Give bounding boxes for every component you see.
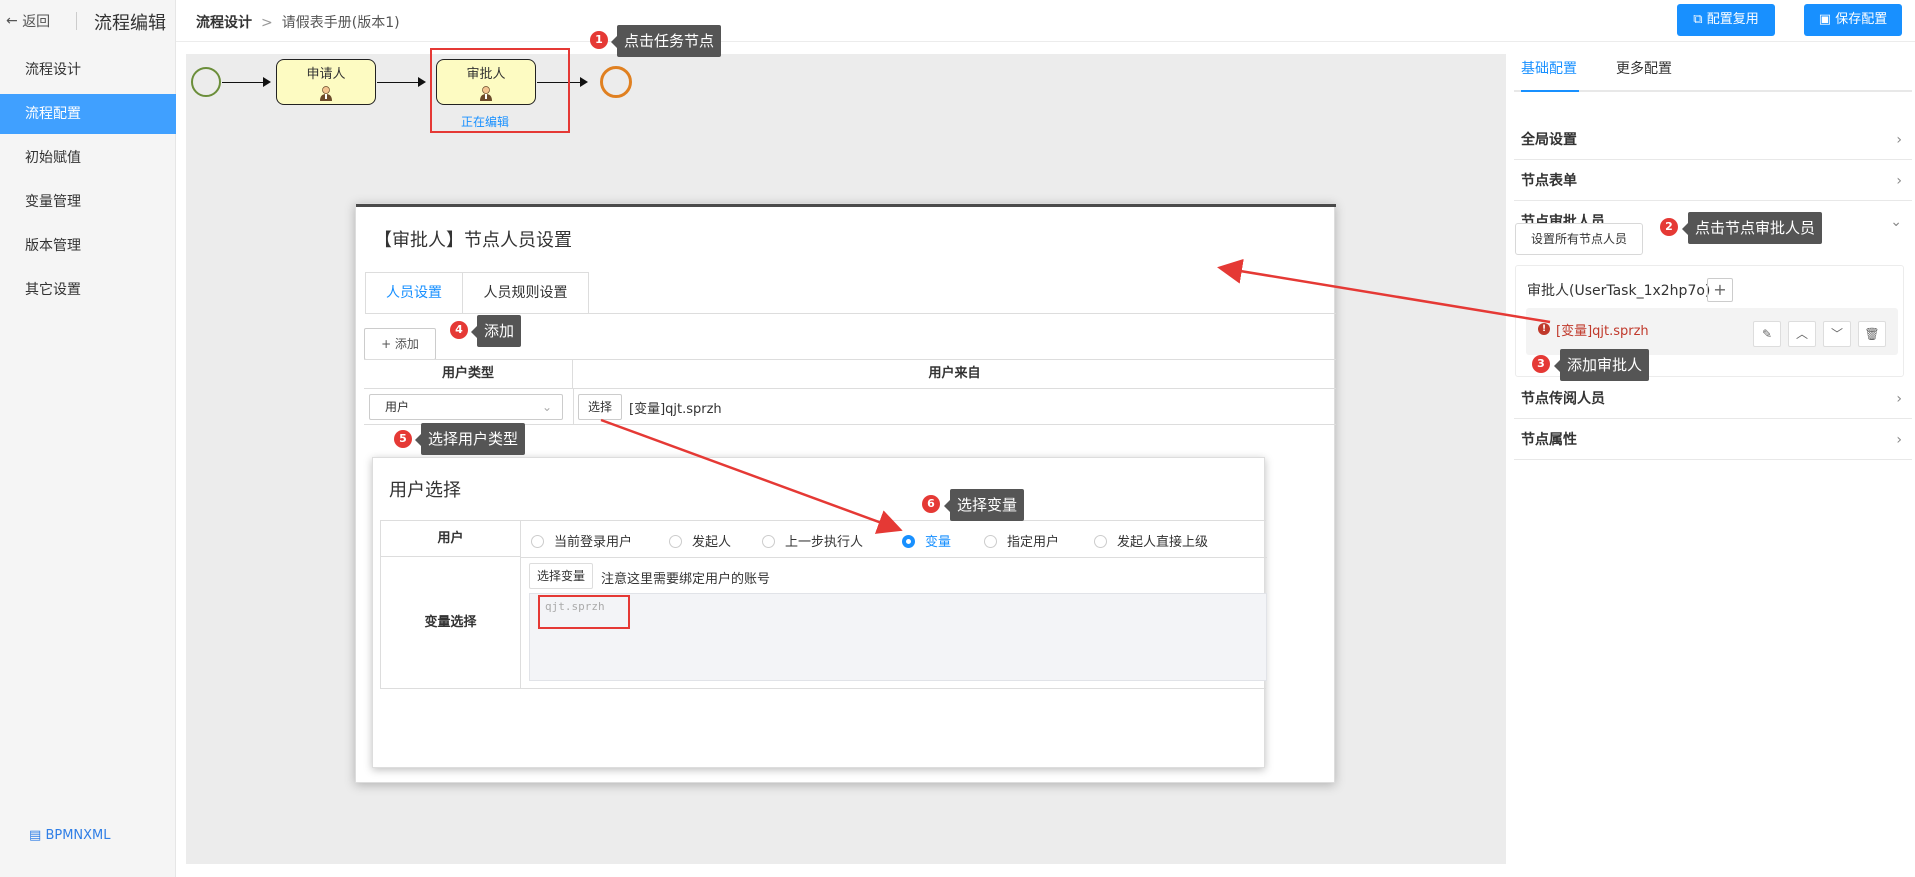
- step-badge-5: 5: [394, 430, 412, 448]
- step-badge-1: 1: [590, 31, 608, 49]
- arrow-to-dialog: [1217, 258, 1551, 324]
- step-badge-6: 6: [922, 495, 940, 513]
- step-badge-3: 3: [1532, 355, 1550, 373]
- callout-1: 点击任务节点: [610, 25, 722, 57]
- step-badge-2: 2: [1660, 218, 1678, 236]
- callout-5: 选择用户类型: [414, 423, 526, 455]
- app-root: ← 返回 流程编辑 流程设计 流程配置 初始赋值 变量管理 版本管理 其它设置 …: [0, 0, 1915, 877]
- callout-6: 选择变量: [943, 489, 1025, 521]
- arrow-to-variable-radio: [600, 418, 903, 534]
- callout-4: 添加: [470, 315, 522, 347]
- annotation-arrows: [600, 258, 1551, 534]
- callout-2: 点击节点审批人员: [1681, 212, 1823, 244]
- callout-3: 添加审批人: [1553, 349, 1650, 381]
- step-badge-4: 4: [450, 321, 468, 339]
